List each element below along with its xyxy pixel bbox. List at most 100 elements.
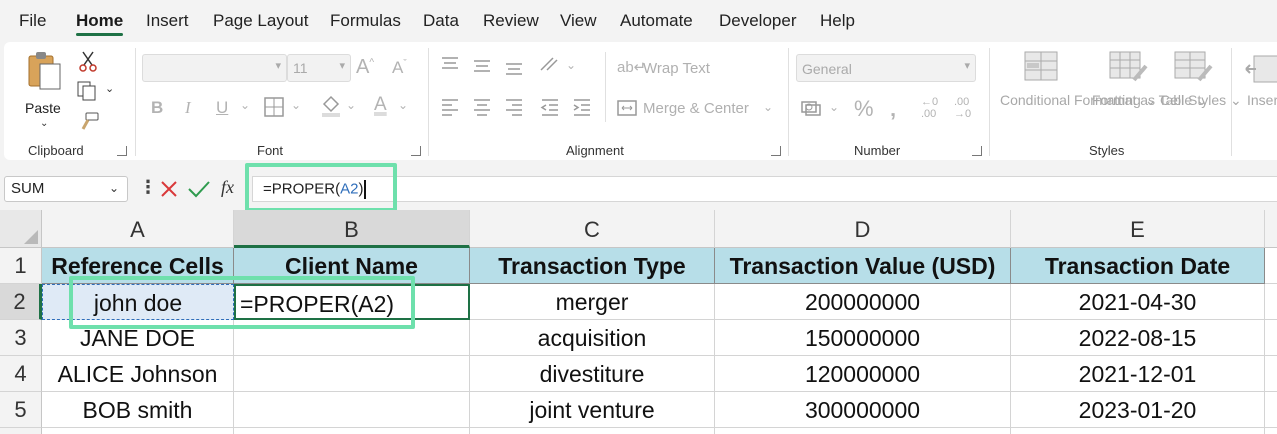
cell-d6[interactable] <box>715 428 1011 434</box>
cell-f2[interactable] <box>1265 284 1277 320</box>
underline-dropdown-icon[interactable]: ⌄ <box>240 98 250 112</box>
row-header-4[interactable]: 4 <box>0 356 42 392</box>
more-options-icon[interactable]: ⋮ <box>139 177 157 198</box>
comma-style-icon[interactable]: ‚ <box>890 96 896 122</box>
column-header-c[interactable]: C <box>470 210 715 248</box>
align-bottom-icon[interactable] <box>504 60 524 78</box>
cell-e4[interactable]: 2021-12-01 <box>1011 356 1265 392</box>
cancel-icon[interactable] <box>159 179 179 199</box>
column-header-b[interactable]: B <box>234 210 470 248</box>
cell-b1[interactable]: Client Name <box>234 248 470 284</box>
align-center-icon[interactable] <box>472 98 492 116</box>
cell-d2[interactable]: 200000000 <box>715 284 1011 320</box>
menu-home[interactable]: Home <box>76 11 123 31</box>
cell-f4[interactable] <box>1265 356 1277 392</box>
column-header-a[interactable]: A <box>42 210 234 248</box>
increase-indent-icon[interactable] <box>572 98 592 116</box>
cell-e3[interactable]: 2022-08-15 <box>1011 320 1265 356</box>
increase-font-size-icon[interactable]: A^ <box>356 56 374 79</box>
cell-styles-button[interactable]: Cell Styles ⌄ <box>1160 90 1242 110</box>
select-all-button[interactable] <box>0 210 42 248</box>
increase-decimal-icon[interactable]: ←0.00 <box>921 96 938 120</box>
menu-formulas[interactable]: Formulas <box>330 11 401 31</box>
menu-file[interactable]: File <box>19 11 46 31</box>
cell-b4[interactable] <box>234 356 470 392</box>
cell-c3[interactable]: acquisition <box>470 320 715 356</box>
insert-cells-label[interactable]: Inser <box>1247 90 1277 110</box>
paste-button[interactable]: Paste ⌄ <box>22 48 66 129</box>
alignment-launcher-icon[interactable] <box>771 146 781 156</box>
percent-icon[interactable]: % <box>854 96 874 122</box>
cell-e2[interactable]: 2021-04-30 <box>1011 284 1265 320</box>
merge-center-icon[interactable] <box>616 98 638 118</box>
orientation-dropdown-icon[interactable]: ⌄ <box>566 58 576 72</box>
orientation-icon[interactable] <box>538 54 562 74</box>
cell-a6[interactable] <box>42 428 234 434</box>
clipboard-launcher-icon[interactable] <box>117 146 127 156</box>
align-right-icon[interactable] <box>504 98 524 116</box>
conditional-formatting-icon[interactable] <box>1023 50 1059 82</box>
menu-insert[interactable]: Insert <box>146 11 189 31</box>
cell-b2[interactable]: =PROPER(A2) <box>234 284 470 320</box>
fill-color-dropdown-icon[interactable]: ⌄ <box>346 98 356 112</box>
decrease-indent-icon[interactable] <box>540 98 560 116</box>
decrease-font-size-icon[interactable]: Aˇ <box>392 58 407 78</box>
wrap-text-button[interactable]: Wrap Text <box>643 60 710 77</box>
enter-icon[interactable] <box>187 179 211 199</box>
align-middle-icon[interactable] <box>472 58 492 76</box>
font-size-combo[interactable]: 11 ▾ <box>287 54 351 82</box>
fill-color-icon[interactable] <box>320 94 342 118</box>
copy-dropdown-icon[interactable]: ⌄ <box>105 82 114 95</box>
format-as-table-icon[interactable] <box>1108 50 1148 84</box>
menu-developer[interactable]: Developer <box>719 11 797 31</box>
cell-e1[interactable]: Transaction Date <box>1011 248 1265 284</box>
format-painter-icon[interactable] <box>78 112 100 132</box>
merge-center-button[interactable]: Merge & Center <box>643 100 749 117</box>
cell-b6[interactable] <box>234 428 470 434</box>
bold-icon[interactable]: B <box>151 98 163 118</box>
menu-automate[interactable]: Automate <box>620 11 693 31</box>
cell-c4[interactable]: divestiture <box>470 356 715 392</box>
cell-f5[interactable] <box>1265 392 1277 428</box>
column-header-e[interactable]: E <box>1011 210 1265 248</box>
column-header-f[interactable] <box>1265 210 1277 248</box>
number-launcher-icon[interactable] <box>972 146 982 156</box>
font-color-icon[interactable]: A <box>374 94 387 116</box>
cell-a1[interactable]: Reference Cells <box>42 248 234 284</box>
cell-d3[interactable]: 150000000 <box>715 320 1011 356</box>
cell-e5[interactable]: 2023-01-20 <box>1011 392 1265 428</box>
cell-d5[interactable]: 300000000 <box>715 392 1011 428</box>
cell-a5[interactable]: BOB smith <box>42 392 234 428</box>
cell-b3[interactable] <box>234 320 470 356</box>
wrap-text-icon[interactable]: ab↵ <box>617 58 646 76</box>
font-launcher-icon[interactable] <box>411 146 421 156</box>
cell-d4[interactable]: 120000000 <box>715 356 1011 392</box>
cell-a2[interactable]: john doe <box>42 284 234 320</box>
menu-data[interactable]: Data <box>423 11 459 31</box>
cell-c2[interactable]: merger <box>470 284 715 320</box>
formula-input[interactable]: =PROPER(A2) <box>252 176 1277 202</box>
italic-icon[interactable]: I <box>185 98 191 118</box>
borders-dropdown-icon[interactable]: ⌄ <box>291 98 301 112</box>
menu-page-layout[interactable]: Page Layout <box>213 11 308 31</box>
cell-b5[interactable] <box>234 392 470 428</box>
merge-dropdown-icon[interactable]: ⌄ <box>763 100 773 114</box>
menu-review[interactable]: Review <box>483 11 539 31</box>
menu-help[interactable]: Help <box>820 11 855 31</box>
decrease-decimal-icon[interactable]: .00 →0 <box>954 96 971 120</box>
name-box[interactable]: SUM ⌄ <box>4 176 128 202</box>
row-header-2[interactable]: 2 <box>0 284 42 320</box>
cell-a3[interactable]: JANE DOE <box>42 320 234 356</box>
insert-cells-icon[interactable] <box>1244 54 1277 84</box>
cell-d1[interactable]: Transaction Value (USD) <box>715 248 1011 284</box>
row-header-5[interactable]: 5 <box>0 392 42 428</box>
cell-f3[interactable] <box>1265 320 1277 356</box>
align-left-icon[interactable] <box>440 98 460 116</box>
number-format-combo[interactable]: General ▾ <box>796 54 976 82</box>
borders-icon[interactable] <box>263 96 285 118</box>
column-header-d[interactable]: D <box>715 210 1011 248</box>
menu-view[interactable]: View <box>560 11 597 31</box>
conditional-formatting-button[interactable]: Conditional Formatting ⌄ <box>1000 90 1156 110</box>
cell-styles-icon[interactable] <box>1173 50 1213 84</box>
accounting-format-icon[interactable] <box>800 98 824 118</box>
